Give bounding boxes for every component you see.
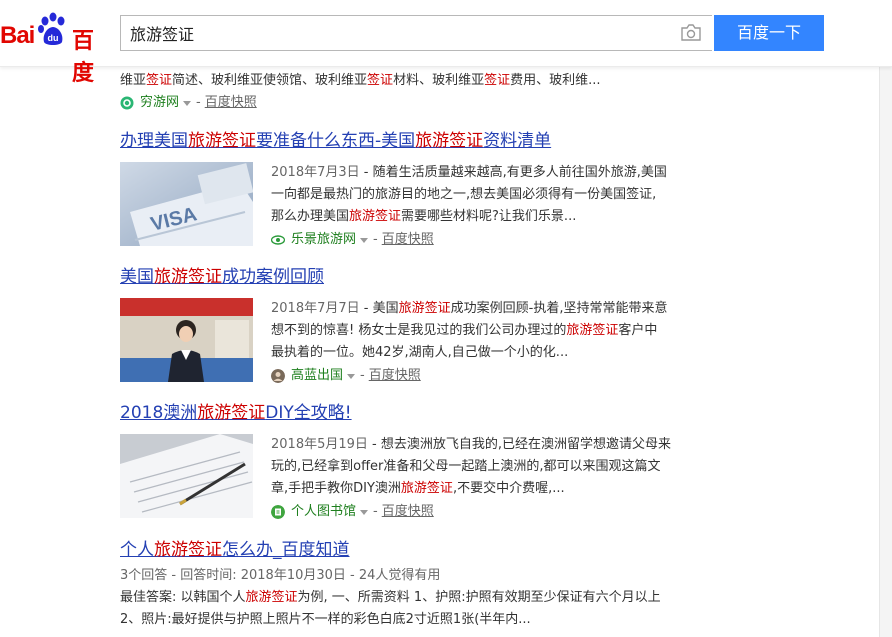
result-abstract: 维亚签证简述、玻利维亚使领馆、玻利维亚签证材料、玻利维亚签证费用、玻利维...: [120, 73, 601, 88]
paw-icon: du: [38, 12, 65, 45]
result-title-link[interactable]: 2018澳洲旅游签证DIY全攻略!: [120, 402, 720, 424]
logo-du-text: du: [48, 33, 59, 43]
result-partial: 维亚签证简述、玻利维亚使领馆、玻利维亚签证材料、玻利维亚签证费用、玻利维... …: [120, 70, 720, 113]
snapshot-link[interactable]: 百度快照: [369, 366, 421, 386]
answer-meta: 3个回答 - 回答时间: 2018年10月30日 - 24人觉得有用: [120, 568, 441, 583]
result-title-link[interactable]: 办理美国旅游签证要准备什么东西-美国旅游签证资料清单: [120, 130, 720, 152]
source-site-link[interactable]: 高蓝出国: [291, 366, 343, 386]
result-source: 高蓝出国 - 百度快照: [271, 366, 701, 386]
snapshot-link[interactable]: 百度快照: [382, 230, 434, 250]
result-source: 穷游网 - 百度快照: [120, 93, 720, 113]
header-bar: Bai du 百度 百度一下: [0, 0, 892, 86]
logo-cn-text: 百度: [72, 29, 95, 86]
result-abstract: 2018年7月7日 - 美国旅游签证成功案例回顾-执着,坚持常常能带来意 想不到的…: [271, 301, 668, 360]
search-input[interactable]: [121, 16, 680, 50]
avatar-favicon-icon: [271, 369, 285, 383]
result-2: 美国旅游签证成功案例回顾 2018年7月7日 - 美国旅游签证成功案例回顾-执着…: [120, 266, 720, 383]
search-box: [120, 15, 712, 51]
eye-favicon-icon: [271, 235, 285, 245]
result-1: 办理美国旅游签证要准备什么东西-美国旅游签证资料清单 VISA 2018年7月3…: [120, 130, 720, 247]
visa-thumbnail-image[interactable]: VISA: [120, 162, 253, 246]
result-abstract: 最佳答案: 以韩国个人旅游签证为例, 一、所需资料 1、护照:护照有效期至少保证…: [120, 590, 661, 627]
chevron-down-icon[interactable]: [183, 100, 192, 106]
baidu-logo[interactable]: Bai du 百度: [0, 10, 112, 86]
snapshot-link[interactable]: 百度快照: [382, 502, 434, 522]
source-site-link[interactable]: 乐景旅游网: [291, 230, 356, 250]
scrollbar[interactable]: [879, 66, 892, 637]
result-source: 个人图书馆 - 百度快照: [271, 502, 701, 522]
source-site-link[interactable]: 个人图书馆: [291, 502, 356, 522]
result-source: 乐景旅游网 - 百度快照: [271, 230, 701, 250]
result-abstract: 2018年7月3日 - 随着生活质量越来越高,有更多人前往国外旅游,美国 一向都是…: [271, 165, 667, 224]
chevron-down-icon[interactable]: [347, 373, 356, 379]
snapshot-link[interactable]: 百度快照: [205, 93, 257, 113]
result-title-link[interactable]: 美国旅游签证成功案例回顾: [120, 266, 720, 288]
result-4: 个人旅游签证怎么办_百度知道 3个回答 - 回答时间: 2018年10月30日 …: [120, 539, 720, 631]
qyer-favicon-icon: [120, 96, 134, 110]
search-button[interactable]: 百度一下: [714, 15, 824, 51]
office-photo-image[interactable]: [120, 298, 253, 382]
result-abstract: 2018年5月19日 - 想去澳洲放飞自我的,已经在澳洲留学想邀请父母来 玩的,已…: [271, 437, 671, 496]
result-3: 2018澳洲旅游签证DIY全攻略! 2018年5月19日 - 想去澳洲放飞自我的…: [120, 402, 720, 519]
source-site-link[interactable]: 穷游网: [140, 93, 179, 113]
result-title-link[interactable]: 个人旅游签证怎么办_百度知道: [120, 539, 720, 561]
camera-icon[interactable]: [680, 24, 702, 42]
logo-bai-text: Bai: [0, 22, 35, 49]
application-form-image[interactable]: [120, 434, 253, 518]
chevron-down-icon[interactable]: [360, 237, 369, 243]
chevron-down-icon[interactable]: [360, 509, 369, 515]
library-favicon-icon: [271, 505, 285, 519]
